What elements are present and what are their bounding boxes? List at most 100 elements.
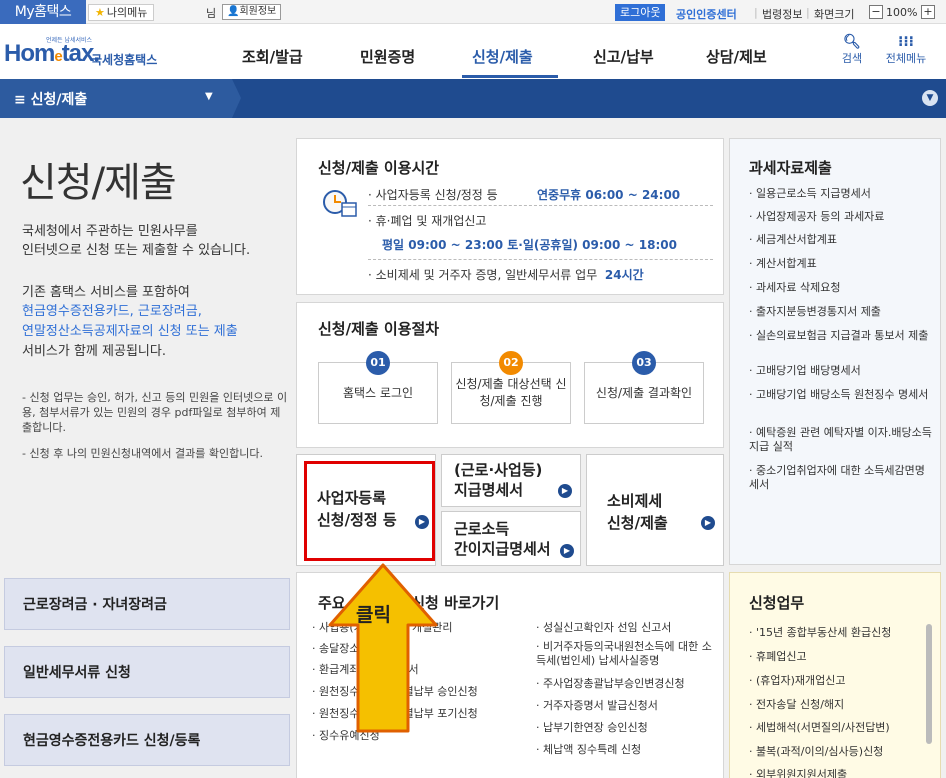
law-info-link[interactable]: 법령정보: [762, 6, 802, 22]
shortcut-link[interactable]: · 비거주자등의국내원천소득에 대한 소득세(법인세) 납세사실증명: [536, 640, 722, 668]
application-link[interactable]: · (휴업자)재개업신고: [749, 672, 846, 688]
application-link[interactable]: · '15년 종합부동산세 환급신청: [749, 624, 891, 640]
expand-icon[interactable]: ▼: [922, 90, 938, 106]
all-menu-label: 전체메뉴: [885, 52, 927, 65]
tax-data-link[interactable]: · 사업장제공자 등의 과세자료: [749, 210, 935, 224]
nav-application-submit[interactable]: 신청/제출: [472, 46, 533, 67]
search-icon: 🔍︎: [843, 34, 861, 50]
hours-row-label: · 소비제세 및 거주자 증명, 일반세무서류 업무: [368, 268, 598, 282]
tax-data-link[interactable]: · 고배당기업 배당소득 원천징수 명세서: [749, 388, 935, 402]
tax-data-link[interactable]: · 과세자료 삭제요청: [749, 281, 935, 295]
intro-text-highlight: 연말정산소득공제자료의 신청 또는 제출: [22, 324, 238, 339]
button-label: 소비제세: [607, 492, 663, 510]
intro-text: 국세청에서 주관하는 민원사무를: [22, 224, 198, 239]
button-label: 간이지급명세서: [454, 540, 551, 558]
intro-text-highlight: 현금영수증전용카드, 근로장려금,: [22, 304, 202, 319]
star-icon: ★: [95, 6, 105, 19]
hours-time: 24시간: [604, 268, 644, 282]
sub-nav-arrow: [232, 79, 241, 118]
application-link[interactable]: · 외부위원지원서제출: [749, 766, 847, 778]
logo-text: Hometax.: [4, 40, 100, 67]
step-number: 02: [499, 351, 523, 375]
divider: [368, 259, 713, 260]
zoom-in-button[interactable]: +: [921, 5, 935, 19]
my-hometax-tab[interactable]: My홈택스: [0, 0, 86, 24]
tax-data-title: 과세자료제출: [749, 159, 832, 177]
applications-title: 신청업무: [749, 594, 805, 612]
tax-data-link[interactable]: · 고배당기업 배당명세서: [749, 364, 935, 378]
intro-text: 기존 홈택스 서비스를 포함하여: [22, 285, 190, 300]
simple-payment-statement-button[interactable]: 근로소득 간이지급명세서 ▶: [441, 511, 581, 566]
tax-data-link[interactable]: · 중소기업취업자에 대한 소득세감면명세서: [749, 464, 935, 492]
nav-report-payment[interactable]: 신고/납부: [593, 46, 654, 67]
cert-center-link[interactable]: 공인인증센터: [676, 6, 737, 22]
zoom-out-button[interactable]: −: [869, 5, 883, 19]
clock-calendar-icon: [323, 190, 357, 217]
step-number: 03: [632, 351, 656, 375]
tax-data-link[interactable]: · 출자지분등변경통지서 제출: [749, 305, 935, 319]
hours-time: 평일 09:00 ~ 23:00 토·일(공휴일) 09:00 ~ 18:00: [382, 238, 677, 252]
active-nav-underline: [462, 75, 558, 78]
shortcut-link[interactable]: · 체납액 징수특례 신청: [536, 743, 722, 757]
tax-data-link[interactable]: · 실손의료보험금 지급결과 통보서 제출: [749, 329, 935, 343]
hometax-logo[interactable]: 언제든 납세서비스 Hometax. 국세청홈택스: [4, 37, 184, 70]
intro-note: - 신청 업무는 승인, 허가, 신고 등의 민원을 인터넷으로 이용, 첨부서…: [22, 391, 288, 434]
my-menu-button[interactable]: ★ 나의메뉴: [88, 4, 155, 21]
procedure-title: 신청/제출 이용절차: [318, 320, 440, 338]
application-link[interactable]: · 불복(과적/이의/심사등)신청: [749, 743, 883, 759]
button-label: 신청/제출: [607, 514, 668, 532]
nav-consult-report[interactable]: 상담/제보: [706, 46, 767, 67]
hours-time: 연중무휴 06:00 ~ 24:00: [537, 188, 681, 202]
application-link[interactable]: · 세법해석(서면질의/사전답변): [749, 719, 890, 735]
payment-statement-button[interactable]: (근로·사업등) 지급명세서 ▶: [441, 454, 581, 507]
excise-tax-button[interactable]: 소비제세 신청/제출 ▶: [586, 454, 724, 566]
button-label: 근로소득: [454, 520, 510, 538]
sub-nav-title: ≡ 신청/제출: [14, 92, 88, 108]
shortcut-link[interactable]: · 주사업장총괄납부승인변경신청: [536, 677, 722, 691]
tax-data-link[interactable]: · 계산서합계표: [749, 257, 935, 271]
divider: |: [754, 6, 758, 19]
shortcut-link[interactable]: · 성실신고확인자 선임 신고서: [536, 621, 722, 635]
search-label: 검색: [841, 52, 863, 65]
sub-nav-dropdown[interactable]: ≡ 신청/제출 ▼: [0, 79, 232, 118]
logout-button[interactable]: 로그아웃: [615, 4, 666, 21]
arrow-right-icon: ▶: [560, 544, 574, 558]
grid-icon: ⁝⁝⁝: [898, 34, 914, 50]
hours-row: · 사업자등록 신청/정정 등: [368, 188, 498, 202]
intro-text: 서비스가 함께 제공됩니다.: [22, 344, 166, 359]
person-icon: 👤: [227, 6, 240, 17]
search-button[interactable]: 🔍︎ 검색: [828, 34, 876, 66]
shortcut-link[interactable]: · 납부기한연장 승인신청: [536, 721, 722, 735]
left-menu-cash-receipt-card[interactable]: 현금영수증전용카드 신청/등록: [4, 714, 290, 766]
intro-note: - 신청 후 나의 민원신청내역에서 결과를 확인합니다.: [22, 447, 263, 460]
hours-row: · 휴·폐업 및 재개업신고: [368, 214, 487, 228]
hours-title: 신청/제출 이용시간: [318, 159, 440, 177]
button-label: (근로·사업등): [454, 461, 543, 479]
arrow-right-icon: ▶: [558, 484, 572, 498]
screen-size-label: 화면크기: [814, 8, 855, 21]
tax-data-link[interactable]: · 일용근로소득 지급명세서: [749, 187, 935, 201]
member-info-button[interactable]: 👤회원정보: [222, 4, 282, 20]
nav-lookup-issue[interactable]: 조회/발급: [242, 46, 303, 67]
member-info-label: 회원정보: [239, 6, 277, 17]
application-link[interactable]: · 휴폐업신고: [749, 648, 807, 664]
shortcut-link[interactable]: · 거주자증명서 발급신청서: [536, 699, 722, 713]
step-number: 01: [366, 351, 390, 375]
hours-row: · 소비제세 및 거주자 증명, 일반세무서류 업무 24시간: [368, 266, 644, 283]
application-link[interactable]: · 전자송달 신청/해지: [749, 696, 844, 712]
highlight-box: [304, 461, 435, 561]
page-title: 신청/제출: [20, 160, 177, 206]
left-menu-general-docs[interactable]: 일반세무서류 신청: [4, 646, 290, 698]
zoom-value: 100%: [886, 6, 918, 19]
left-menu-incentive[interactable]: 근로장려금 · 자녀장려금: [4, 578, 290, 630]
chevron-down-icon: ▼: [205, 91, 213, 102]
tax-data-link[interactable]: · 세금계산서합계표: [749, 233, 935, 247]
all-menu-button[interactable]: ⁝⁝⁝ 전체메뉴: [882, 34, 930, 66]
button-label: 지급명세서: [454, 481, 524, 499]
nav-civil-certificate[interactable]: 민원증명: [360, 46, 415, 67]
arrow-right-icon: ▶: [701, 516, 715, 530]
tax-data-link[interactable]: · 예탁증원 관련 예탁자별 이자.배당소득 지급 실적: [749, 426, 935, 454]
divider: [368, 205, 713, 206]
scrollbar-thumb[interactable]: [926, 624, 932, 744]
click-label: 클릭: [356, 604, 391, 626]
